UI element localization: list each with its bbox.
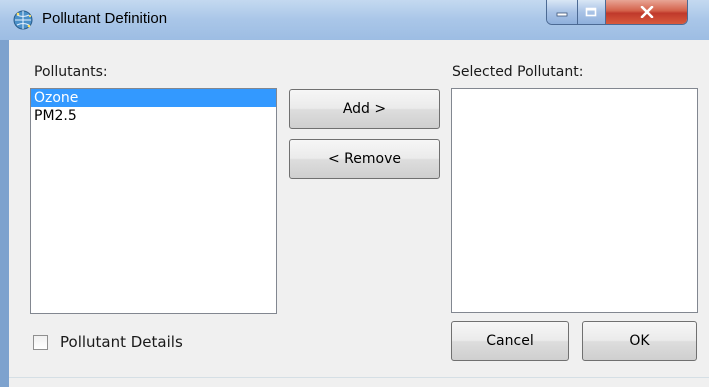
- pollutant-details-label: Pollutant Details: [60, 333, 183, 351]
- remove-button[interactable]: < Remove: [289, 139, 440, 179]
- maximize-icon: [586, 7, 597, 17]
- maximize-button[interactable]: [577, 0, 607, 24]
- title-bar[interactable]: Pollutant Definition: [0, 0, 709, 40]
- close-icon: [640, 6, 653, 18]
- dialog-window: Pollutant Definition Pollutants: Ozone P…: [0, 0, 709, 387]
- list-item-ozone[interactable]: Ozone: [31, 89, 276, 107]
- list-item-pm25[interactable]: PM2.5: [31, 107, 276, 125]
- pollutants-listbox[interactable]: Ozone PM2.5: [30, 88, 277, 314]
- pollutant-details-checkbox[interactable]: [33, 335, 48, 350]
- divider: [9, 377, 709, 378]
- pollutants-label: Pollutants:: [34, 64, 108, 80]
- cancel-button[interactable]: Cancel: [451, 321, 569, 361]
- add-button[interactable]: Add >: [289, 89, 440, 129]
- selected-pollutant-listbox[interactable]: [451, 88, 698, 313]
- dialog-body: Pollutants: Ozone PM2.5 Add > < Remove S…: [9, 40, 709, 387]
- ok-button[interactable]: OK: [582, 321, 697, 361]
- minimize-button[interactable]: [547, 0, 578, 24]
- window-title: Pollutant Definition: [42, 10, 168, 27]
- window-controls: [546, 0, 688, 25]
- selected-pollutant-label: Selected Pollutant:: [452, 64, 584, 80]
- app-globe-icon: [13, 10, 33, 30]
- close-button[interactable]: [606, 0, 687, 24]
- minimize-icon: [556, 12, 568, 17]
